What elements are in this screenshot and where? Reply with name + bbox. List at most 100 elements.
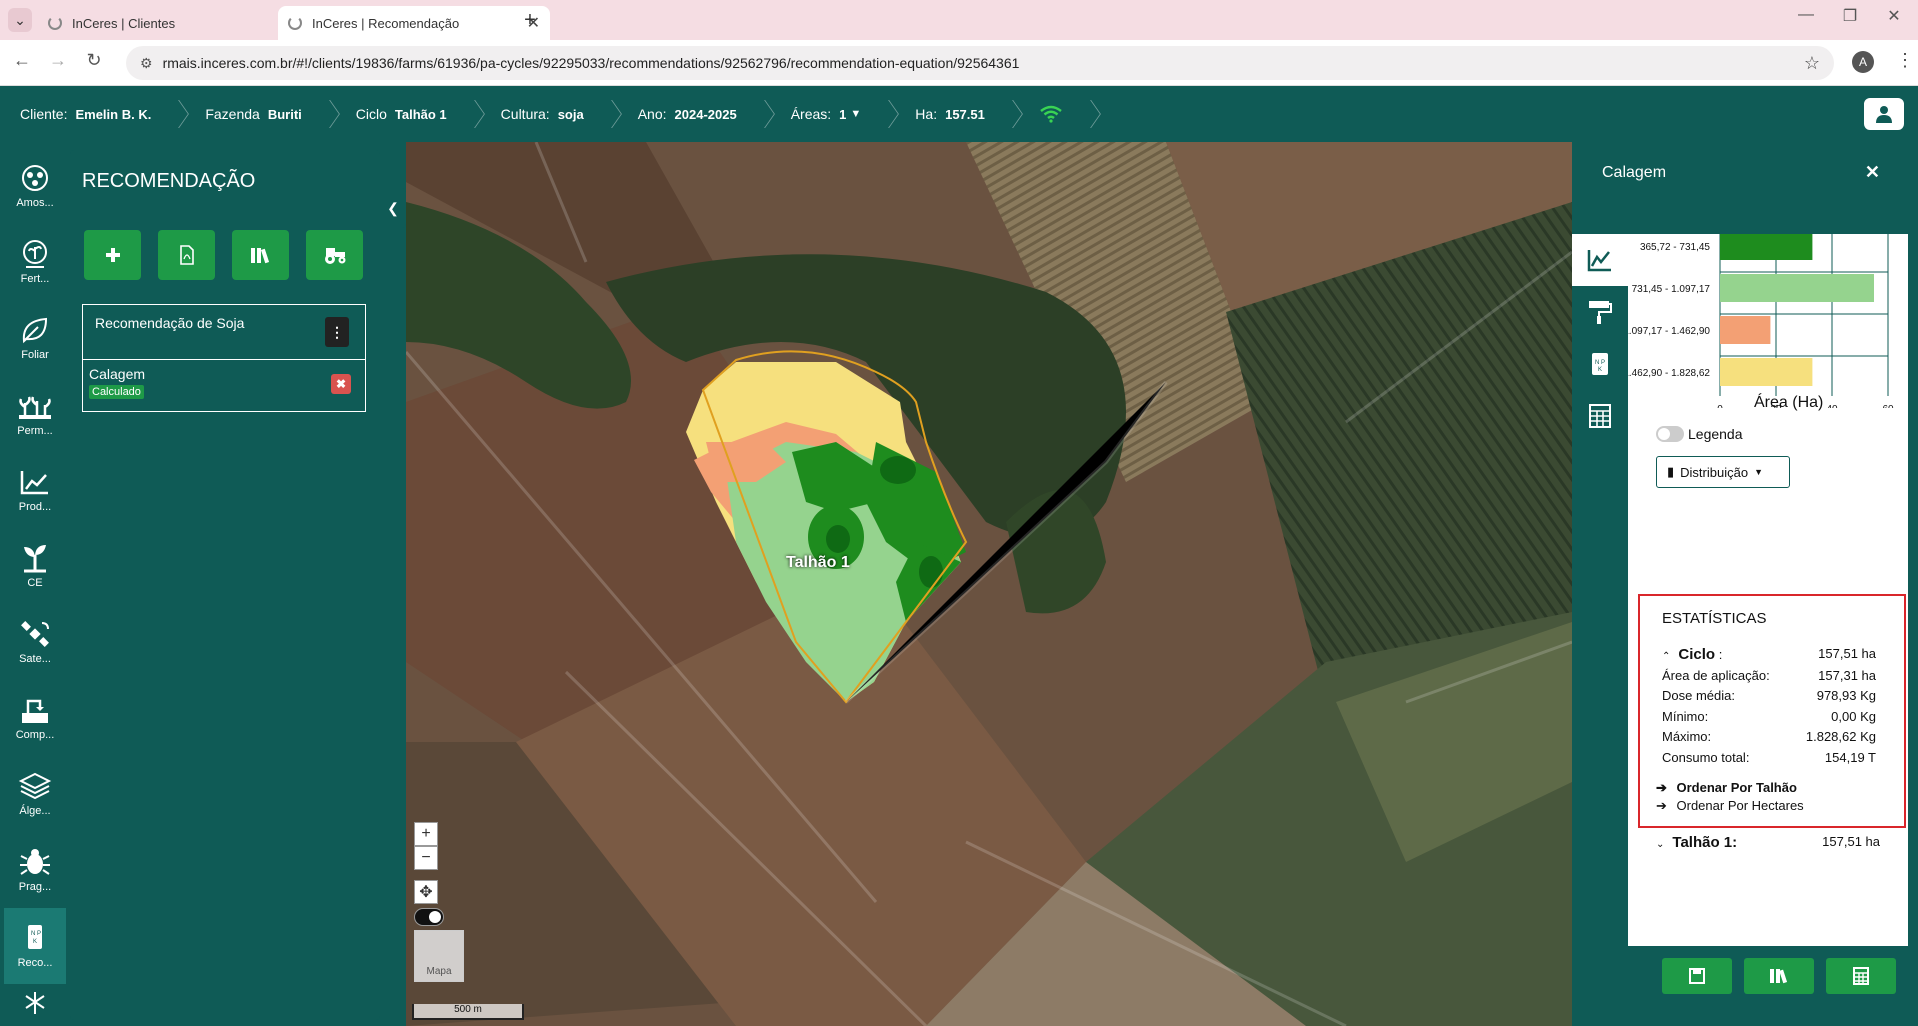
tab-chart[interactable] (1572, 234, 1628, 286)
sprinkler-icon (25, 992, 45, 1014)
sidebar-item-permanentes[interactable]: Perm... (4, 376, 66, 452)
reload-icon[interactable]: ↻ (82, 50, 106, 71)
svg-text:N P: N P (31, 931, 41, 937)
calculator-button[interactable] (1826, 958, 1896, 994)
satellite-imagery (406, 142, 1572, 1026)
tab-recomendacao[interactable]: InCeres | Recomendação ✕ (278, 6, 550, 40)
back-icon[interactable]: ← (10, 50, 34, 71)
save-button[interactable] (1662, 958, 1732, 994)
areas-value: 1 (839, 106, 847, 122)
basemap-thumbnail[interactable]: Mapa (414, 930, 464, 982)
sidebar-item-more[interactable] (4, 984, 66, 1026)
panel-title: RECOMENDAÇÃO (82, 170, 256, 192)
ano-value: 2024-2025 (674, 106, 737, 122)
add-button[interactable] (84, 230, 141, 280)
stat-row-ciclo[interactable]: ⌃ Ciclo : 157,51 ha (1662, 646, 1876, 663)
ha-label: Ha: (915, 106, 938, 122)
pdf-button[interactable] (158, 230, 215, 280)
breadcrumb-separator (606, 86, 618, 142)
sidebar-item-recomendacao[interactable]: N P K Reco... (4, 908, 66, 984)
app-header: Cliente: Emelin B. K. Fazenda Buriti Ciclo… (0, 86, 1918, 142)
map-layer-toggle[interactable] (414, 908, 444, 926)
legend-toggle[interactable]: Legenda (1656, 426, 1743, 442)
header-ciclo[interactable]: Ciclo Talhão 1 (336, 86, 469, 142)
kebab-menu-icon[interactable]: ⋮ (325, 317, 349, 347)
restore-icon[interactable]: ❐ (1830, 6, 1870, 26)
close-window-icon[interactable]: ✕ (1874, 6, 1914, 26)
sidebar-item-satelite[interactable]: Sate... (4, 604, 66, 680)
header-areas[interactable]: Áreas: 1 ▼ (771, 86, 884, 142)
address-bar[interactable]: ⚙ rmais.inceres.com.br/#!/clients/19836/… (126, 46, 1834, 80)
pan-icon[interactable]: ✥ (414, 880, 438, 904)
sidebar-item-pragas[interactable]: Prag... (4, 832, 66, 908)
header-cultura[interactable]: Cultura: soja (481, 86, 606, 142)
leaf-icon (22, 317, 48, 344)
sidebar-item-fertilidade[interactable]: Fert... (4, 224, 66, 300)
new-tab-button[interactable]: + (518, 8, 542, 32)
breadcrumb-separator (173, 86, 185, 142)
books-icon (250, 248, 269, 264)
basemap-label: Mapa (426, 966, 452, 977)
ciclo-colon: : (1718, 647, 1723, 662)
areas-label: Áreas: (790, 106, 832, 122)
sidebar-item-amostragem[interactable]: Amos... (4, 148, 66, 224)
delete-icon[interactable]: ✖ (331, 374, 351, 394)
y-tick-label: 1.462,90 - 1.828,62 (1628, 368, 1710, 379)
map-icon: ▮ (1667, 464, 1675, 479)
sample-icon (22, 165, 48, 191)
talhao-value: 157,51 ha (1822, 834, 1880, 849)
map-view[interactable]: Talhão 1 + − ✥ Mapa 500 m (406, 142, 1572, 1026)
close-icon[interactable]: ✕ (1865, 162, 1880, 183)
talhao-row[interactable]: ⌄ Talhão 1: 157,51 ha (1656, 834, 1880, 851)
library-button[interactable] (232, 230, 289, 280)
library-button[interactable] (1744, 958, 1814, 994)
sidebar-item-ce[interactable]: CE (4, 528, 66, 604)
user-menu-button[interactable] (1864, 98, 1904, 130)
calagem-name: Calagem (89, 366, 146, 382)
recommendation-card[interactable]: Recomendação de Soja ⋮ (82, 304, 366, 360)
bar (1720, 274, 1874, 302)
books-icon (1770, 969, 1788, 984)
cultura-label: Cultura: (500, 106, 550, 122)
caret-down-icon: ▼ (1754, 467, 1763, 477)
header-cliente[interactable]: Cliente: Emelin B. K. (0, 86, 173, 142)
tab-list-button[interactable]: ⌄ (8, 8, 32, 32)
header-fazenda[interactable]: Fazenda Buriti (185, 86, 323, 142)
stat-value: 978,93 Kg (1816, 688, 1876, 703)
header-ano[interactable]: Ano: 2024-2025 (618, 86, 759, 142)
browser-toolbar: ← → ↻ ⚙ rmais.inceres.com.br/#!/clients/… (0, 40, 1918, 86)
plus-icon (105, 248, 120, 262)
y-tick-label: 365,72 - 731,45 (1640, 242, 1710, 253)
profile-avatar[interactable]: A (1852, 51, 1874, 73)
tab-title: InCeres | Clientes (72, 15, 176, 31)
tab-paint[interactable] (1572, 286, 1628, 338)
minimize-icon[interactable]: — (1786, 6, 1826, 24)
sidebar-item-foliar[interactable]: Foliar (4, 300, 66, 376)
tab-calculator[interactable] (1572, 390, 1628, 442)
fertility-icon (23, 240, 47, 268)
browser-menu-icon[interactable]: ⋮ (1896, 50, 1914, 71)
distribution-dropdown[interactable]: ▮ Distribuição ▼ (1656, 456, 1790, 488)
breadcrumb-separator (1007, 86, 1019, 142)
tab-npk[interactable]: N PK (1572, 338, 1628, 390)
stat-value: 154,19 T (1824, 750, 1876, 765)
loading-icon (288, 16, 302, 30)
sidebar-item-algebra[interactable]: Álge... (4, 756, 66, 832)
breadcrumb-separator (324, 86, 336, 142)
sidebar-item-produtividade[interactable]: Prod... (4, 452, 66, 528)
zoom-in-button[interactable]: + (414, 822, 438, 846)
collapse-panel-button[interactable]: ❮ (380, 188, 406, 228)
tractor-button[interactable] (306, 230, 363, 280)
site-info-icon[interactable]: ⚙ (140, 55, 153, 72)
tab-title: InCeres | Recomendação (312, 15, 460, 31)
bookmark-star-icon[interactable]: ☆ (1804, 53, 1820, 74)
tab-clientes[interactable]: InCeres | Clientes ✕ (38, 6, 310, 40)
sidebar-item-compactacao[interactable]: Comp... (4, 680, 66, 756)
toggle-switch[interactable] (1656, 426, 1684, 442)
zoom-out-button[interactable]: − (414, 846, 438, 870)
pdf-file-icon (179, 245, 194, 265)
forward-icon[interactable]: → (46, 50, 70, 71)
x-tick-label: 60 (1882, 404, 1894, 408)
calagem-card[interactable]: Calagem Calculado ✖ (82, 360, 366, 412)
chevron-down-icon: ▼ (850, 108, 862, 120)
